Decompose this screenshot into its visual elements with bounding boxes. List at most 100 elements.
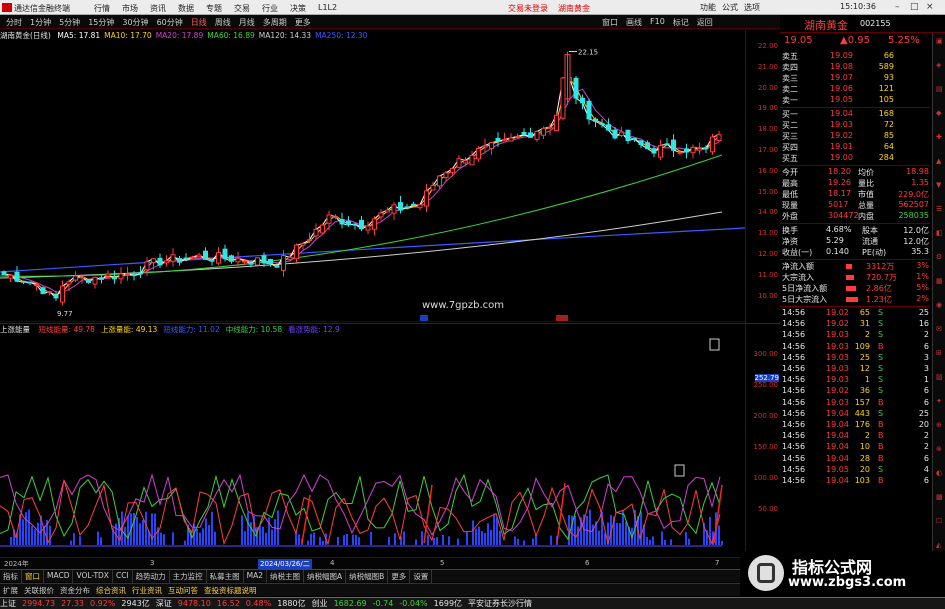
candle-body[interactable]	[320, 224, 325, 234]
candle-body[interactable]	[463, 160, 468, 164]
period-tab[interactable]: 更多	[291, 17, 315, 28]
candle-body[interactable]	[450, 168, 455, 173]
indicator-tab[interactable]: 设置	[410, 570, 433, 583]
candle-body[interactable]	[619, 131, 624, 137]
maximize-icon[interactable]: □	[910, 2, 919, 12]
side-tool-icon[interactable]: ▨	[936, 373, 943, 381]
candle-body[interactable]	[586, 100, 592, 120]
candle-body[interactable]	[300, 243, 306, 246]
candle-body[interactable]	[417, 204, 423, 209]
indicator-tab[interactable]: 指标	[0, 570, 22, 583]
indicator-tab[interactable]: VOL-TDX	[73, 570, 113, 583]
side-tool-icon[interactable]: ◐	[936, 469, 942, 477]
side-tool-icon[interactable]: ◧	[936, 229, 943, 237]
toolbar-button[interactable]: 标记	[669, 17, 693, 28]
candle-body[interactable]	[534, 130, 540, 140]
candle-body[interactable]	[333, 216, 338, 219]
side-tool-icon[interactable]: ◆	[936, 109, 941, 117]
candle-body[interactable]	[346, 220, 351, 226]
indicator-tab[interactable]: 纳税幅图A	[304, 570, 347, 583]
candle-body[interactable]	[456, 158, 462, 168]
current-stock-link[interactable]: 湖南黄金	[555, 2, 593, 15]
candle-body[interactable]	[14, 271, 20, 282]
bid-row[interactable]: 买四 19.01 64	[780, 142, 930, 153]
side-tool-icon[interactable]: ⊕	[936, 421, 942, 429]
toolbar-button[interactable]: 返回	[693, 17, 717, 28]
candle-body[interactable]	[242, 260, 247, 263]
candle-body[interactable]	[638, 140, 644, 146]
candle-body[interactable]	[476, 147, 481, 160]
event-marker[interactable]	[420, 315, 428, 321]
candle-body[interactable]	[326, 214, 332, 224]
menu-options[interactable]: 选项	[744, 2, 760, 13]
indicator-name[interactable]: 上涨能量	[0, 325, 30, 334]
candle-body[interactable]	[482, 145, 488, 148]
candle-body[interactable]	[489, 142, 494, 149]
candle-body[interactable]	[385, 209, 390, 213]
candle-body[interactable]	[658, 145, 663, 158]
side-tool-icon[interactable]: ◭	[936, 541, 941, 549]
candle-body[interactable]	[528, 132, 533, 138]
extension-tab[interactable]: 查投资标题说明	[201, 584, 260, 597]
indicator-tab[interactable]: 趋势动力	[133, 570, 170, 583]
candle-body[interactable]	[255, 257, 260, 266]
candle-body[interactable]	[339, 219, 345, 225]
side-tool-icon[interactable]: ▲	[936, 157, 941, 165]
candle-body[interactable]	[99, 277, 104, 280]
candle-body[interactable]	[391, 204, 397, 214]
period-tab[interactable]: 分时	[2, 17, 26, 28]
indicator-tab[interactable]: 纳税幅图B	[346, 570, 389, 583]
side-tool-icon[interactable]: ▤	[936, 85, 943, 93]
candle-body[interactable]	[294, 244, 299, 260]
candle-body[interactable]	[508, 137, 514, 142]
candle-body[interactable]	[573, 77, 579, 99]
bid-row[interactable]: 买三 19.02 85	[780, 131, 930, 142]
candle-body[interactable]	[40, 287, 46, 295]
candle-body[interactable]	[495, 137, 501, 142]
indicator-tab[interactable]: 窗口	[22, 570, 44, 583]
candle-body[interactable]	[606, 124, 611, 131]
menu-item[interactable]: 行情	[90, 2, 114, 15]
candle-body[interactable]	[378, 212, 384, 218]
ask-row[interactable]: 卖四 19.08 589	[780, 62, 930, 73]
bid-row[interactable]: 买五 19.00 284	[780, 153, 930, 164]
period-tab[interactable]: 1分钟	[26, 17, 55, 28]
ask-row[interactable]: 卖五 19.09 66	[780, 51, 930, 62]
menu-item[interactable]: 市场	[118, 2, 142, 15]
candle-body[interactable]	[352, 223, 358, 226]
side-tool-icon[interactable]: ◉	[936, 301, 942, 309]
menu-item[interactable]: 专题	[202, 2, 226, 15]
candle-body[interactable]	[684, 148, 689, 153]
candle-body[interactable]	[651, 148, 657, 154]
menu-item[interactable]: 资讯	[146, 2, 170, 15]
candle-body[interactable]	[177, 258, 182, 263]
extension-tab[interactable]: 综合资讯	[93, 584, 129, 597]
period-tab[interactable]: 5分钟	[55, 17, 84, 28]
candle-body[interactable]	[612, 129, 618, 139]
candle-body[interactable]	[502, 138, 507, 142]
candle-body[interactable]	[710, 136, 715, 153]
candle-body[interactable]	[34, 284, 39, 287]
candle-body[interactable]	[73, 275, 78, 281]
candle-body[interactable]	[216, 252, 221, 264]
candle-body[interactable]	[112, 276, 117, 280]
bid-row[interactable]: 买一 19.04 168	[780, 109, 930, 120]
candle-body[interactable]	[593, 118, 598, 122]
candle-body[interactable]	[229, 255, 234, 262]
bid-row[interactable]: 买二 19.03 72	[780, 120, 930, 131]
candle-body[interactable]	[437, 175, 442, 187]
candle-body[interactable]	[664, 143, 670, 146]
candle-body[interactable]	[580, 97, 585, 104]
candle-body[interactable]	[170, 254, 176, 262]
candle-body[interactable]	[287, 256, 293, 261]
menu-item[interactable]: 行业	[258, 2, 282, 15]
side-tool-icon[interactable]: ◈	[936, 61, 941, 69]
candle-body[interactable]	[164, 260, 169, 264]
candle-body[interactable]	[144, 261, 150, 271]
candle-body[interactable]	[47, 291, 52, 294]
candle-body[interactable]	[443, 172, 449, 179]
ask-row[interactable]: 卖二 19.06 121	[780, 84, 930, 95]
candle-body[interactable]	[365, 225, 371, 231]
candle-body[interactable]	[151, 258, 156, 263]
period-tab[interactable]: 周线	[211, 17, 235, 28]
